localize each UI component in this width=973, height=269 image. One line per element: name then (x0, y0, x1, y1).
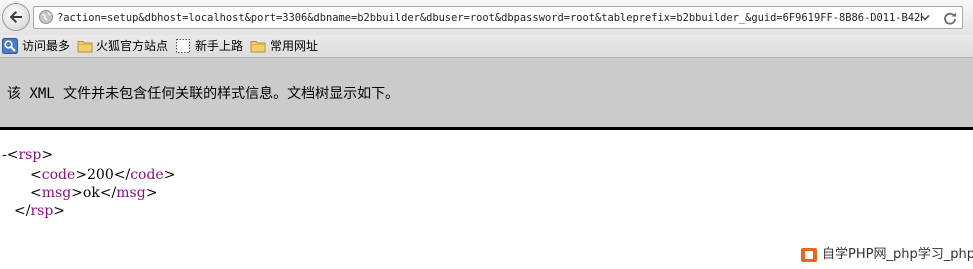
php-logo-icon (801, 248, 817, 262)
folder-icon (77, 41, 93, 53)
banner-divider (0, 127, 973, 130)
xml-element-line: <code>200</code> (30, 167, 176, 183)
bookmark-firefox-official[interactable]: 火狐官方站点 (77, 38, 172, 54)
xml-tag-name: msg (116, 185, 146, 201)
navigation-bar: ?action=setup&dbhost=localhost&port=3306… (0, 0, 973, 35)
xml-root-open-line: -<rsp> (2, 147, 54, 163)
chevron-down-icon[interactable] (920, 14, 930, 22)
reload-icon[interactable] (942, 10, 958, 26)
xml-root-close-line: </rsp> (14, 203, 66, 219)
most-visited-icon (2, 38, 18, 54)
xml-style-notice: 该 XML 文件并未包含任何关联的样式信息。文档树显示如下。 (7, 86, 400, 102)
bookmark-label: 新手上路 (195, 39, 244, 53)
bookmark-label: 访问最多 (22, 39, 71, 53)
xml-element-line: <msg>ok</msg> (30, 185, 158, 201)
xml-text-value: 200 (87, 167, 114, 183)
xml-tag-name: msg (41, 185, 72, 201)
xml-text-value: ok (82, 185, 100, 201)
address-bar[interactable]: ?action=setup&dbhost=localhost&port=3306… (33, 6, 963, 29)
xml-tag-name: rsp (18, 147, 42, 163)
site-identity-icon[interactable] (39, 10, 53, 24)
watermark-text: 自学PHP网_php学习_php教 (822, 247, 973, 262)
xml-tag-name: rsp (30, 203, 54, 219)
xml-tag-name: code (41, 167, 76, 183)
bookmark-label: 火狐官方站点 (96, 39, 169, 53)
bookmarks-toolbar: 访问最多 火狐官方站点 新手上路 常用网址 (0, 35, 973, 58)
back-button[interactable] (2, 3, 30, 31)
back-arrow-icon (9, 11, 22, 23)
bookmark-getting-started[interactable]: 新手上路 (175, 38, 247, 54)
folder-icon (250, 41, 266, 53)
bookmark-label: 常用网址 (270, 39, 319, 53)
bookmark-most-visited[interactable]: 访问最多 (2, 38, 74, 54)
xml-info-banner: 该 XML 文件并未包含任何关联的样式信息。文档树显示如下。 (0, 58, 973, 127)
dotted-page-icon (176, 39, 190, 53)
bookmark-common-sites[interactable]: 常用网址 (250, 38, 322, 54)
xml-tag-name: code (130, 167, 164, 183)
url-text[interactable]: ?action=setup&dbhost=localhost&port=3306… (57, 11, 922, 25)
